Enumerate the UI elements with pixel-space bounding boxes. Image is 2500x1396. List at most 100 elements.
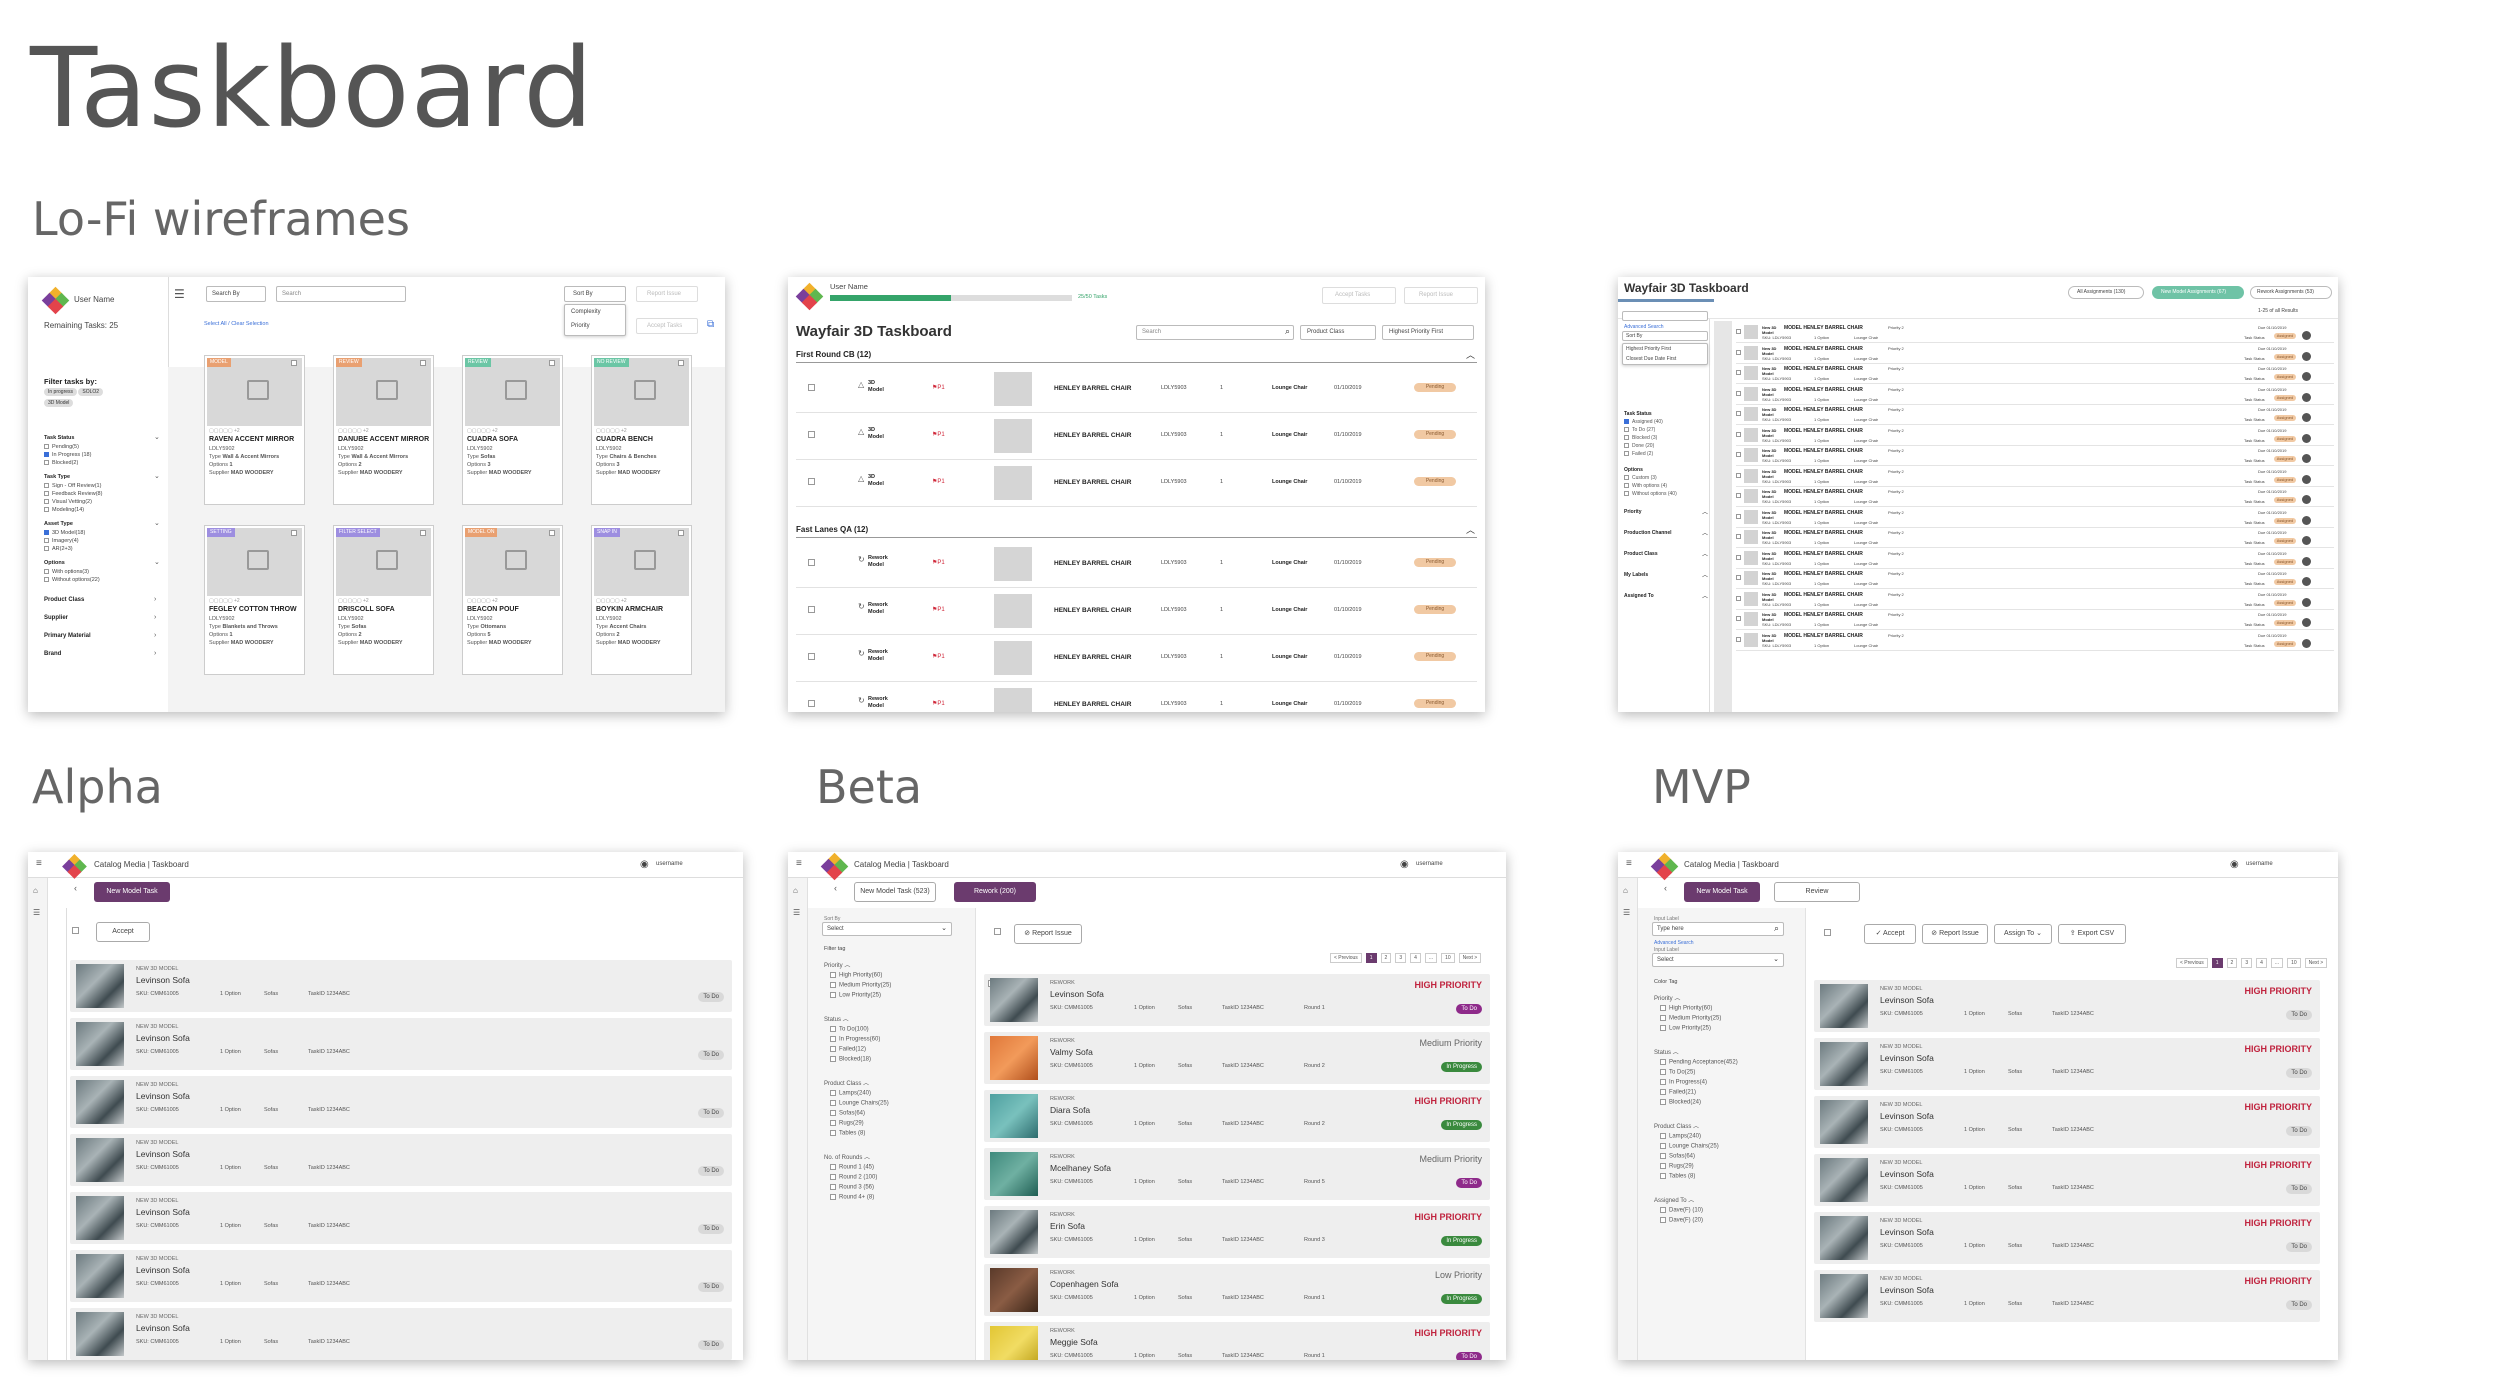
task-card[interactable]: FILTER SELECT ▢▢▢▢▢ +2 DRISCOLL SOFA LDLY59…	[333, 525, 434, 675]
assignment-row[interactable]: New 3D Model MODEL HENLEY BARREL CHAIR Pri…	[1736, 405, 2334, 425]
task-list-item[interactable]: NEW 3D MODEL Levinson Sofa SKU: CMM61005 1 …	[1814, 1270, 2320, 1322]
assignment-row[interactable]: New 3D Model MODEL HENLEY BARREL CHAIR Pri…	[1736, 467, 2334, 487]
filter-option[interactable]: Imagery(4)	[44, 538, 79, 544]
checkbox[interactable]	[830, 1110, 836, 1116]
filter-group-title[interactable]: Assigned To	[1624, 593, 1654, 599]
filter-option[interactable]: Lamps(240)	[1660, 1133, 1701, 1140]
task-list-item[interactable]: NEW 3D MODEL Levinson Sofa SKU: CMM61005 1 …	[1814, 980, 2320, 1032]
filter-tag[interactable]: Filter tag	[824, 946, 845, 952]
checkbox[interactable]	[1660, 1025, 1666, 1031]
list-icon[interactable]: ☰	[1623, 908, 1630, 917]
assignment-row[interactable]: New 3D Model MODEL HENLEY BARREL CHAIR Pri…	[1736, 508, 2334, 528]
assignment-row[interactable]: New 3D Model MODEL HENLEY BARREL CHAIR Pri…	[1736, 549, 2334, 569]
filter-option[interactable]: High Priority(60)	[1660, 1005, 1712, 1012]
assignment-row[interactable]: New 3D Model MODEL HENLEY BARREL CHAIR Pri…	[1736, 446, 2334, 466]
row-checkbox[interactable]	[808, 431, 815, 438]
filter-option[interactable]: Blocked(2)	[44, 460, 78, 466]
task-card[interactable]: NO REVIEW ▢▢▢▢▢ +2 CUADRA BENCH LDLY5902 Typ…	[591, 355, 692, 505]
avatar[interactable]	[2302, 454, 2311, 463]
home-icon[interactable]: ⌂	[33, 886, 38, 895]
row-checkbox[interactable]	[1736, 390, 1741, 396]
checkbox[interactable]	[830, 1194, 836, 1200]
filter-option[interactable]: With options (4)	[1624, 483, 1667, 489]
filter-option[interactable]: Low Priority(25)	[1660, 1025, 1711, 1032]
filter-option[interactable]: 3D Model(18)	[44, 530, 85, 536]
sort-option[interactable]: Closest Due Date First	[1626, 356, 1676, 362]
product-name[interactable]: Diara Sofa	[1050, 1105, 1090, 1115]
filter-option[interactable]: In Progress (18)	[44, 452, 91, 458]
report-issue-button[interactable]: Report Issue	[636, 286, 698, 302]
assignment-row[interactable]: New 3D Model MODEL HENLEY BARREL CHAIR Pri…	[1736, 610, 2334, 630]
filter-group-title[interactable]: My Labels	[1624, 572, 1648, 578]
chevron-down-icon[interactable]: ⌄	[154, 558, 160, 566]
sort-option[interactable]: Complexity	[571, 309, 601, 315]
filter-option[interactable]: Visual Vetting(2)	[44, 499, 92, 505]
filter-option[interactable]: Without options (40)	[1624, 491, 1677, 497]
sort-select[interactable]: Select ⌄	[822, 922, 952, 936]
card-checkbox[interactable]	[420, 360, 426, 366]
task-list-item[interactable]: NEW 3D MODEL Levinson Sofa SKU: CMM61005 1 …	[1814, 1154, 2320, 1206]
task-list-item[interactable]: NEW 3D MODEL Levinson Sofa SKU: CMM61005 1 …	[1814, 1096, 2320, 1148]
checkbox[interactable]	[1660, 1015, 1666, 1021]
select-all-checkbox[interactable]	[72, 927, 79, 935]
checkbox[interactable]	[830, 1174, 836, 1180]
checkbox[interactable]	[830, 1046, 836, 1052]
task-list-item[interactable]: NEW 3D MODEL Levinson Sofa SKU: CMM61005 1 …	[1814, 1038, 2320, 1090]
filter-group-title[interactable]: Assigned To ︿	[1654, 1195, 1694, 1204]
color-tag[interactable]: Color Tag	[1654, 979, 1677, 985]
chevron-up-icon[interactable]: ︿	[1702, 549, 1708, 558]
task-row[interactable]: △ 3D Model ⚑P1 HENLEY BARREL CHAIR LDLY5903 1…	[796, 460, 1477, 507]
task-list-item[interactable]: NEW 3D MODEL Levinson Sofa SKU: CMM61005 1 …	[70, 1134, 732, 1186]
checkbox[interactable]	[1660, 1207, 1666, 1213]
filter-option[interactable]: Rugs(29)	[1660, 1163, 1694, 1170]
checkbox[interactable]	[830, 1130, 836, 1136]
filter-group-title[interactable]: Primary Material	[44, 633, 91, 639]
filter-group-title[interactable]: Product Class ︿	[824, 1078, 869, 1087]
filter-group-title[interactable]: Product Class	[44, 597, 84, 603]
chevron-down-icon[interactable]: ⌄	[154, 519, 160, 527]
task-list-item[interactable]: REWORK Diara Sofa SKU: CMM61005 1 Option Sof…	[984, 1090, 1490, 1142]
sort-option[interactable]: Highest Priority First	[1626, 346, 1671, 352]
filter-option[interactable]: Sofas(64)	[830, 1110, 865, 1117]
checkbox[interactable]	[830, 982, 836, 988]
checkbox[interactable]	[1660, 1005, 1666, 1011]
checkbox[interactable]	[1660, 1059, 1666, 1065]
task-list-item[interactable]: NEW 3D MODEL Levinson Sofa SKU: CMM61005 1 …	[1814, 1212, 2320, 1264]
review-tab[interactable]: Review	[1774, 882, 1860, 902]
product-name[interactable]: Levinson Sofa	[136, 1033, 190, 1043]
chip[interactable]: SOLO2	[78, 388, 104, 396]
filter-group-title[interactable]: Product Class ︿	[1654, 1121, 1699, 1130]
checkbox[interactable]	[44, 577, 49, 583]
task-list-item[interactable]: NEW 3D MODEL Levinson Sofa SKU: CMM61005 1 …	[70, 1076, 732, 1128]
external-link-icon[interactable]: ⧉	[707, 319, 714, 330]
avatar[interactable]	[2302, 577, 2311, 586]
checkbox[interactable]	[1660, 1217, 1666, 1223]
chip[interactable]: 3D Model	[44, 399, 74, 407]
task-list-item[interactable]: NEW 3D MODEL Levinson Sofa SKU: CMM61005 1 …	[70, 1018, 732, 1070]
product-name[interactable]: Levinson Sofa	[1880, 995, 1934, 1005]
checkbox[interactable]	[1624, 443, 1629, 449]
home-icon[interactable]: ⌂	[793, 886, 798, 895]
filter-option[interactable]: Failed(21)	[1660, 1089, 1696, 1096]
checkbox[interactable]	[830, 1184, 836, 1190]
task-row[interactable]: △ 3D Model ⚑P1 HENLEY BARREL CHAIR LDLY5903 1…	[796, 366, 1477, 413]
card-checkbox[interactable]	[678, 530, 684, 536]
filter-group-title[interactable]: Task Status	[44, 435, 74, 441]
card-checkbox[interactable]	[420, 530, 426, 536]
filter-option[interactable]: Failed (2)	[1624, 451, 1653, 457]
task-list-item[interactable]: NEW 3D MODEL Levinson Sofa SKU: CMM61005 1 …	[70, 960, 732, 1012]
task-list-item[interactable]: NEW 3D MODEL Levinson Sofa SKU: CMM61005 1 …	[70, 1250, 732, 1302]
checkbox[interactable]	[44, 444, 49, 450]
user-icon[interactable]: ◉	[2230, 859, 2239, 870]
filter-group-title[interactable]: Task Status	[1624, 411, 1652, 417]
product-class-select[interactable]: Product Class	[1300, 325, 1376, 340]
accept-tasks-button[interactable]: Accept Tasks	[1322, 287, 1396, 304]
chevron-up-icon[interactable]: ︿	[1702, 507, 1708, 516]
task-card[interactable]: SETTING ▢▢▢▢▢ +2 FEGLEY COTTON THROW LDLY59…	[204, 525, 305, 675]
list-icon[interactable]: ☰	[793, 908, 800, 917]
pagination-item[interactable]: 10	[2287, 958, 2301, 968]
filter-option[interactable]: Without options(22)	[44, 577, 100, 583]
avatar[interactable]	[2302, 618, 2311, 627]
filter-option[interactable]: Round 3 (56)	[830, 1184, 874, 1191]
username[interactable]: username	[2246, 861, 2273, 867]
